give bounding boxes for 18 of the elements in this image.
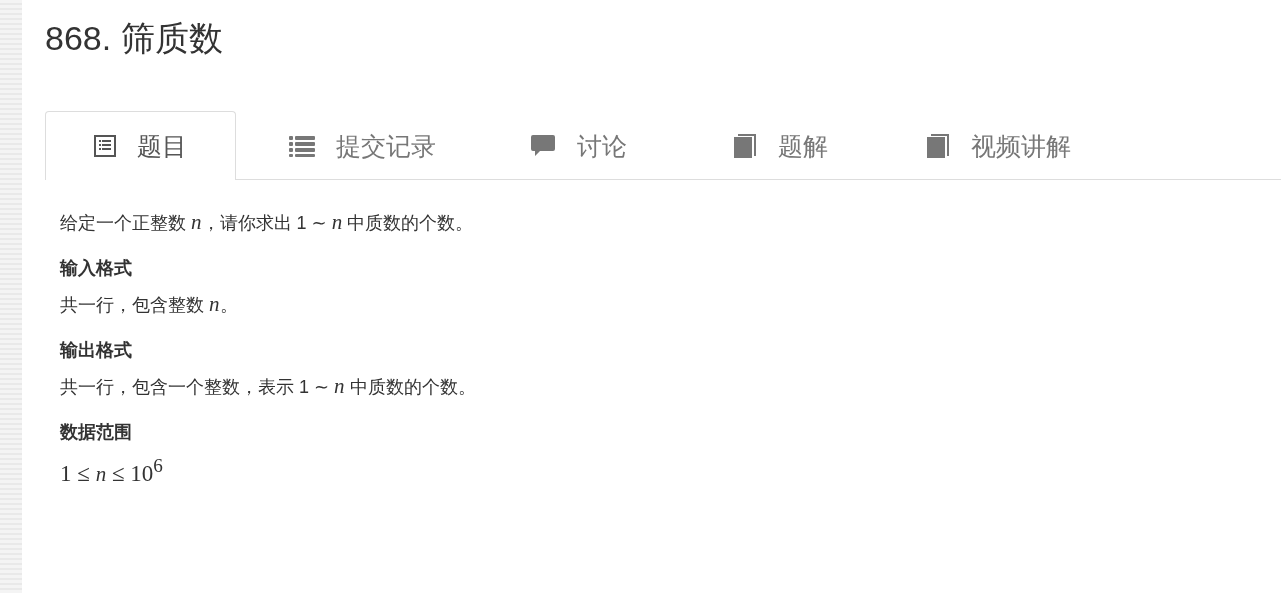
section-heading: 数据范围 <box>60 421 132 444</box>
formula: 1 ≤ n ≤ 10$^{6}$ <box>60 454 163 488</box>
section-heading: 输出格式 <box>60 339 132 362</box>
paragraph: 共一行，包含一个整数，表示 1 ∼ n 中质数的个数。 <box>60 374 476 399</box>
book-icon <box>926 133 950 159</box>
tab[interactable]: 视频讲解 <box>877 111 1120 180</box>
tab[interactable]: 题目 <box>45 111 236 180</box>
section-heading: 输入格式 <box>60 257 132 280</box>
paragraph: 给定一个正整数 n，请你求出 1 ∼ n 中质数的个数。 <box>60 210 474 235</box>
comment-icon <box>530 134 556 158</box>
list-icon <box>289 135 315 157</box>
tab[interactable]: 提交记录 <box>236 111 487 180</box>
tab[interactable]: 讨论 <box>487 111 684 180</box>
tab[interactable]: 题解 <box>684 111 877 180</box>
problem-title: 868. 筛质数 <box>45 18 223 59</box>
book-icon <box>733 133 757 159</box>
document-icon <box>94 135 116 157</box>
paragraph: 共一行，包含整数 n。 <box>60 292 238 317</box>
